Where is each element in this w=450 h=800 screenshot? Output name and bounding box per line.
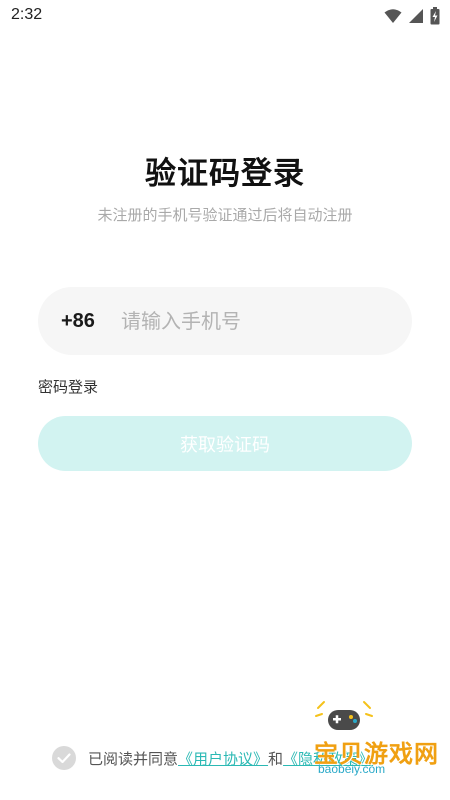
status-icons xyxy=(384,7,440,25)
wifi-icon xyxy=(384,9,402,23)
watermark-url: baobeiy.com xyxy=(318,762,386,776)
page-subtitle: 未注册的手机号验证通过后将自动注册 xyxy=(97,206,353,224)
agreement-and: 和 xyxy=(268,749,284,768)
get-code-button[interactable]: 获取验证码 xyxy=(38,416,412,471)
phone-input[interactable] xyxy=(121,309,392,333)
agreement-checkbox-icon[interactable] xyxy=(52,746,76,770)
status-bar: 2:32 xyxy=(0,0,450,32)
watermark-logo: 宝贝游戏网 baobeiy.com xyxy=(300,700,438,780)
gamepad-icon xyxy=(315,701,373,730)
page-title: 验证码登录 xyxy=(145,156,305,192)
battery-icon xyxy=(430,7,440,25)
phone-input-box: +86 xyxy=(38,287,412,355)
user-agreement-link[interactable]: 《用户协议》 xyxy=(178,748,268,769)
country-code[interactable]: +86 xyxy=(61,310,121,333)
agreement-prefix: 已阅读并同意 xyxy=(88,749,179,768)
signal-icon xyxy=(409,9,423,23)
status-time: 2:32 xyxy=(11,6,43,23)
password-login-link[interactable]: 密码登录 xyxy=(38,376,98,397)
